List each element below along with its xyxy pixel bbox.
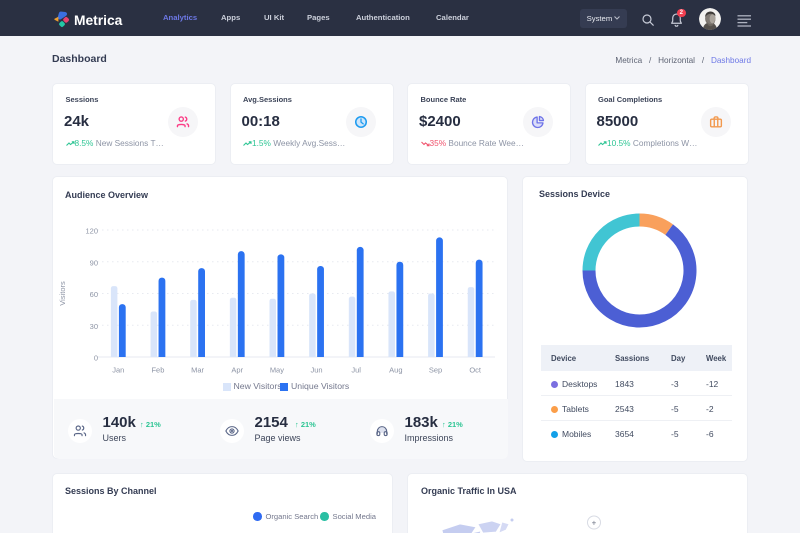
svg-text:Apr: Apr bbox=[231, 366, 243, 375]
svg-text:60: 60 bbox=[90, 290, 98, 299]
svg-text:Aug: Aug bbox=[389, 366, 402, 375]
svg-text:120: 120 bbox=[85, 227, 98, 236]
svg-text:Jul: Jul bbox=[351, 366, 361, 375]
svg-text:Oct: Oct bbox=[469, 366, 482, 375]
svg-text:30: 30 bbox=[90, 322, 98, 331]
svg-text:Mar: Mar bbox=[191, 366, 204, 375]
svg-text:Jan: Jan bbox=[112, 366, 124, 375]
svg-text:+: + bbox=[592, 519, 597, 528]
svg-text:May: May bbox=[270, 366, 284, 375]
svg-text:90: 90 bbox=[90, 258, 98, 267]
svg-text:Feb: Feb bbox=[151, 366, 164, 375]
svg-text:Jun: Jun bbox=[311, 366, 323, 375]
svg-text:Sep: Sep bbox=[429, 366, 442, 375]
svg-text:Visitors: Visitors bbox=[58, 281, 67, 306]
svg-text:0: 0 bbox=[94, 354, 98, 363]
